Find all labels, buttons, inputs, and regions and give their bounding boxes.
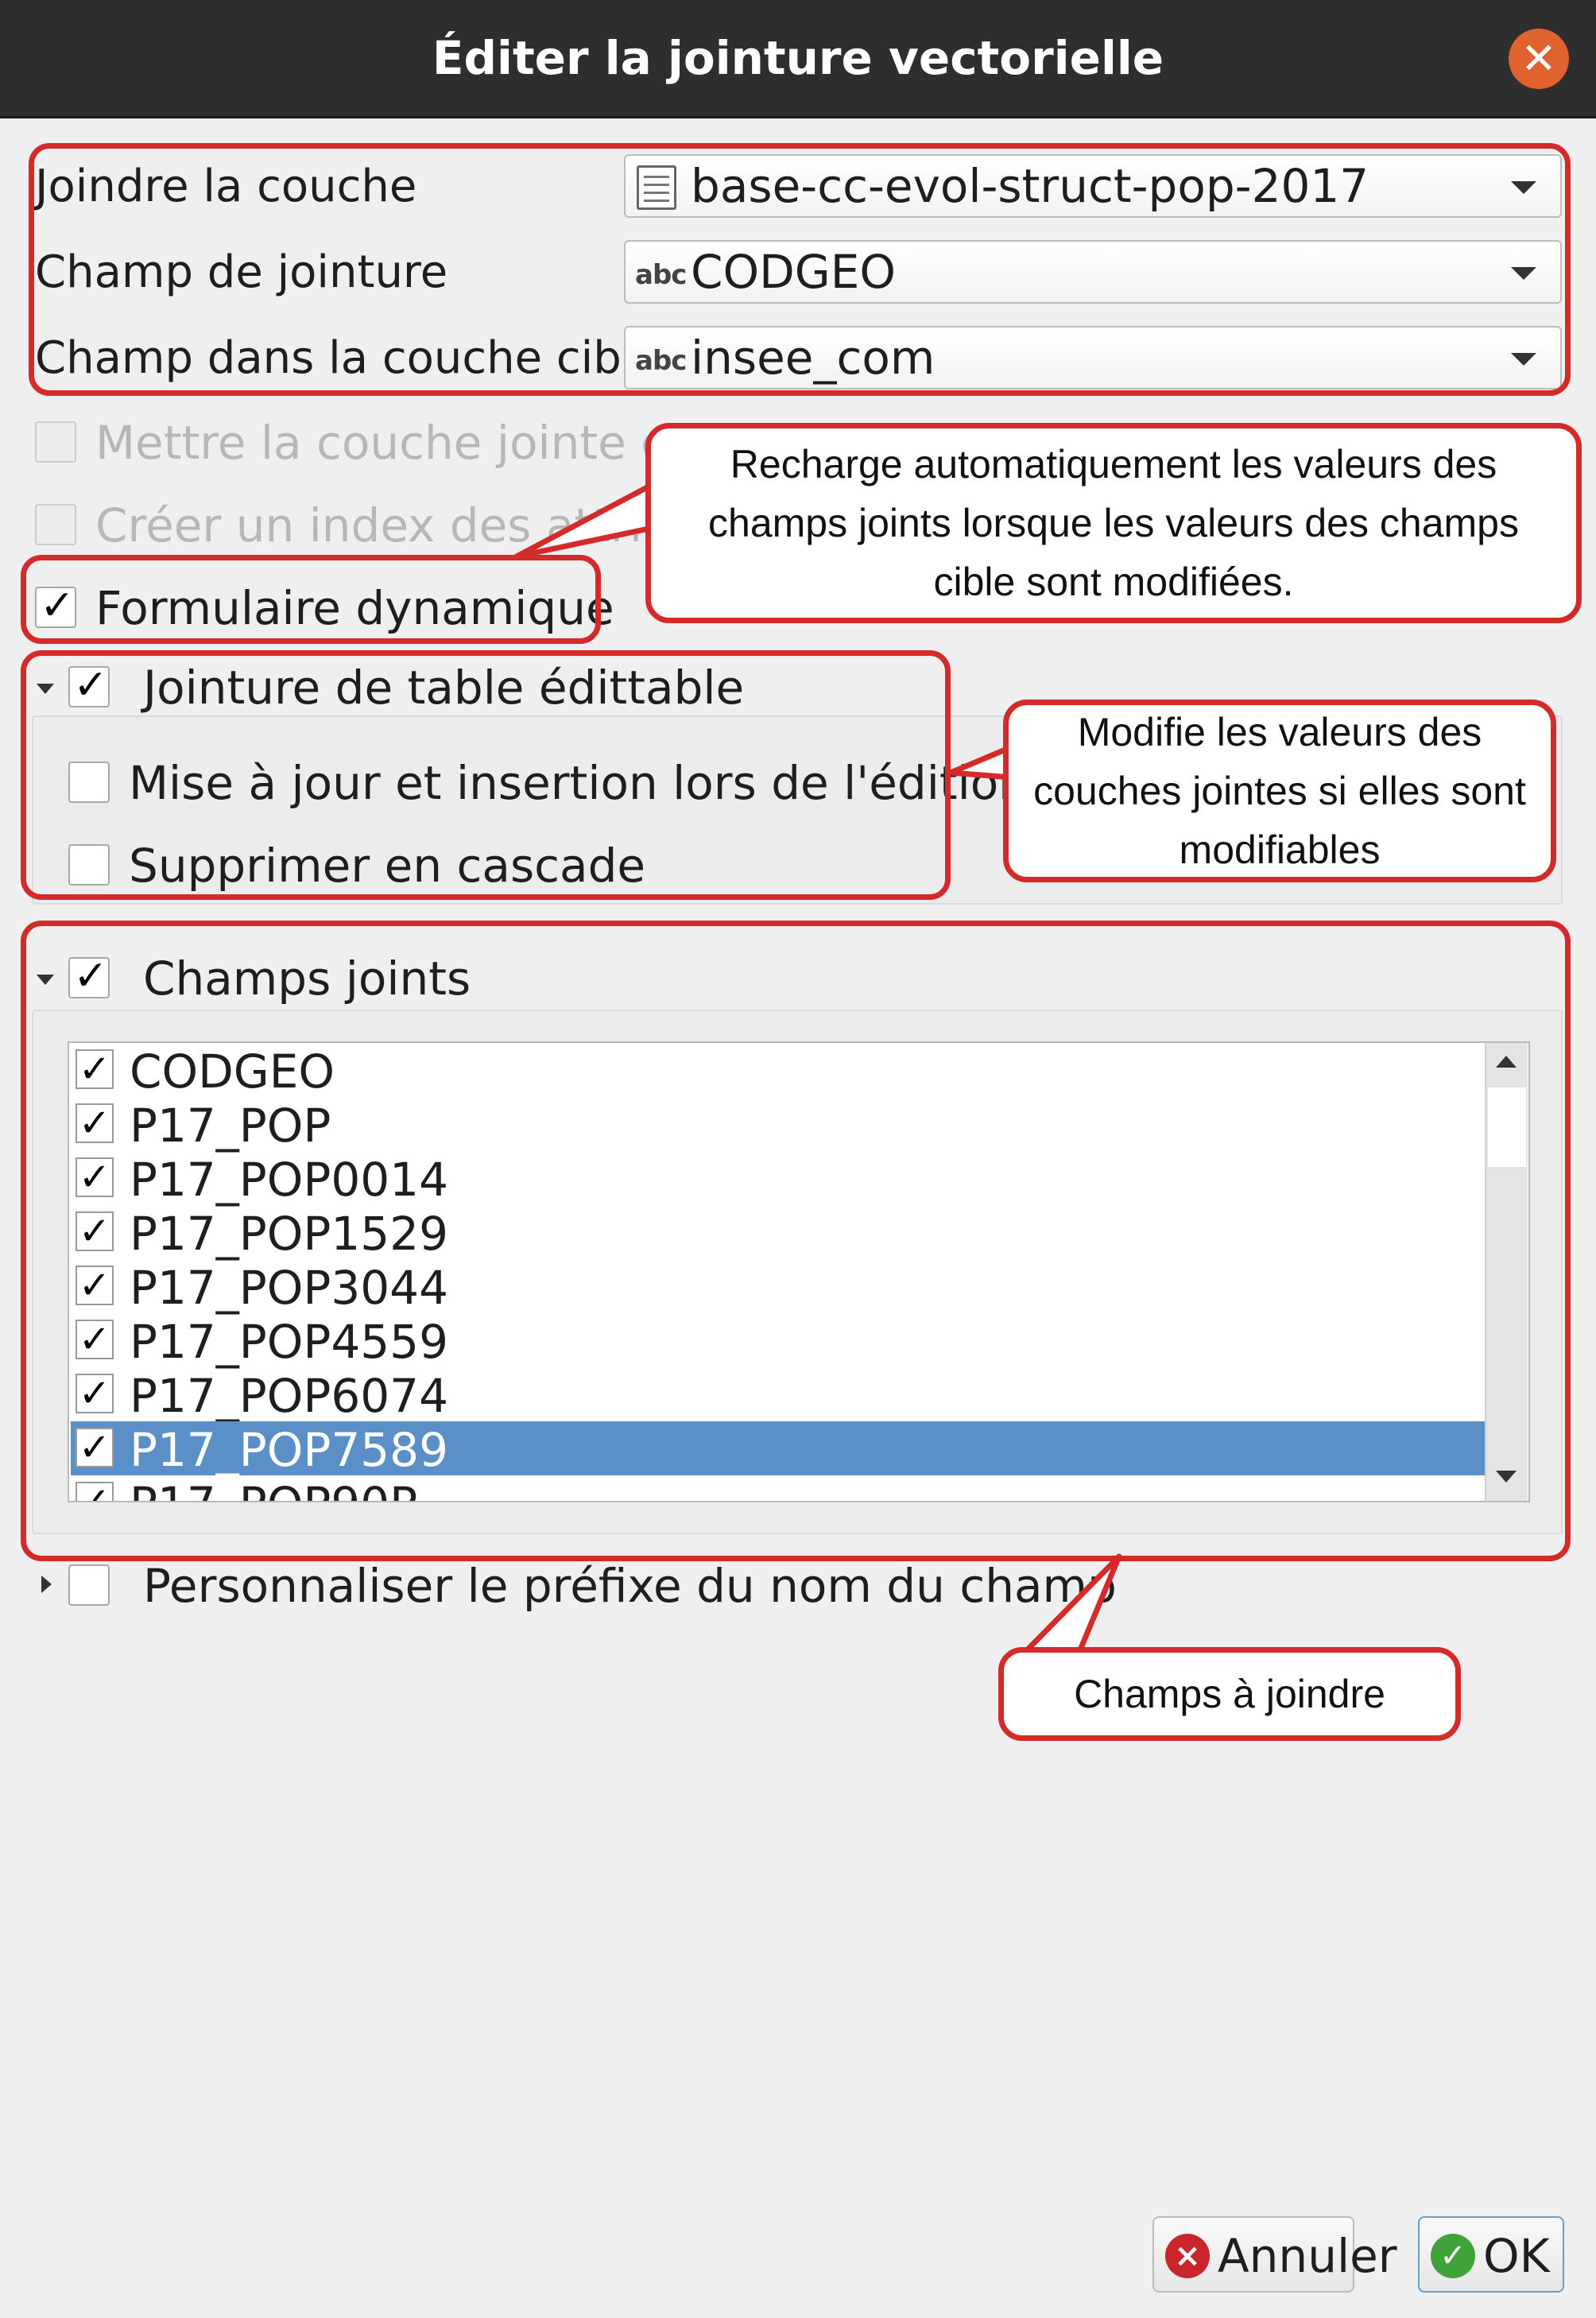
cancel-label: Annuler <box>1218 2229 1397 2283</box>
ok-label: OK <box>1483 2229 1550 2283</box>
cancel-button[interactable]: × Annuler <box>1152 2216 1397 2293</box>
ok-icon: ✓ <box>1431 2234 1475 2278</box>
pointer-editable <box>947 744 1014 781</box>
callout-joined-fields: Champs à joindre <box>998 1647 1461 1741</box>
callout-editable-join: Modifie les valeurs des couches jointes … <box>1003 700 1556 882</box>
callout-pointers <box>513 482 1122 1655</box>
cancel-icon: × <box>1165 2234 1210 2278</box>
ok-button[interactable]: ✓ OK <box>1418 2216 1564 2293</box>
callout-dynamic-form: Recharge automatiquement les valeurs des… <box>645 423 1582 623</box>
pointer-fields <box>1022 1553 1122 1655</box>
